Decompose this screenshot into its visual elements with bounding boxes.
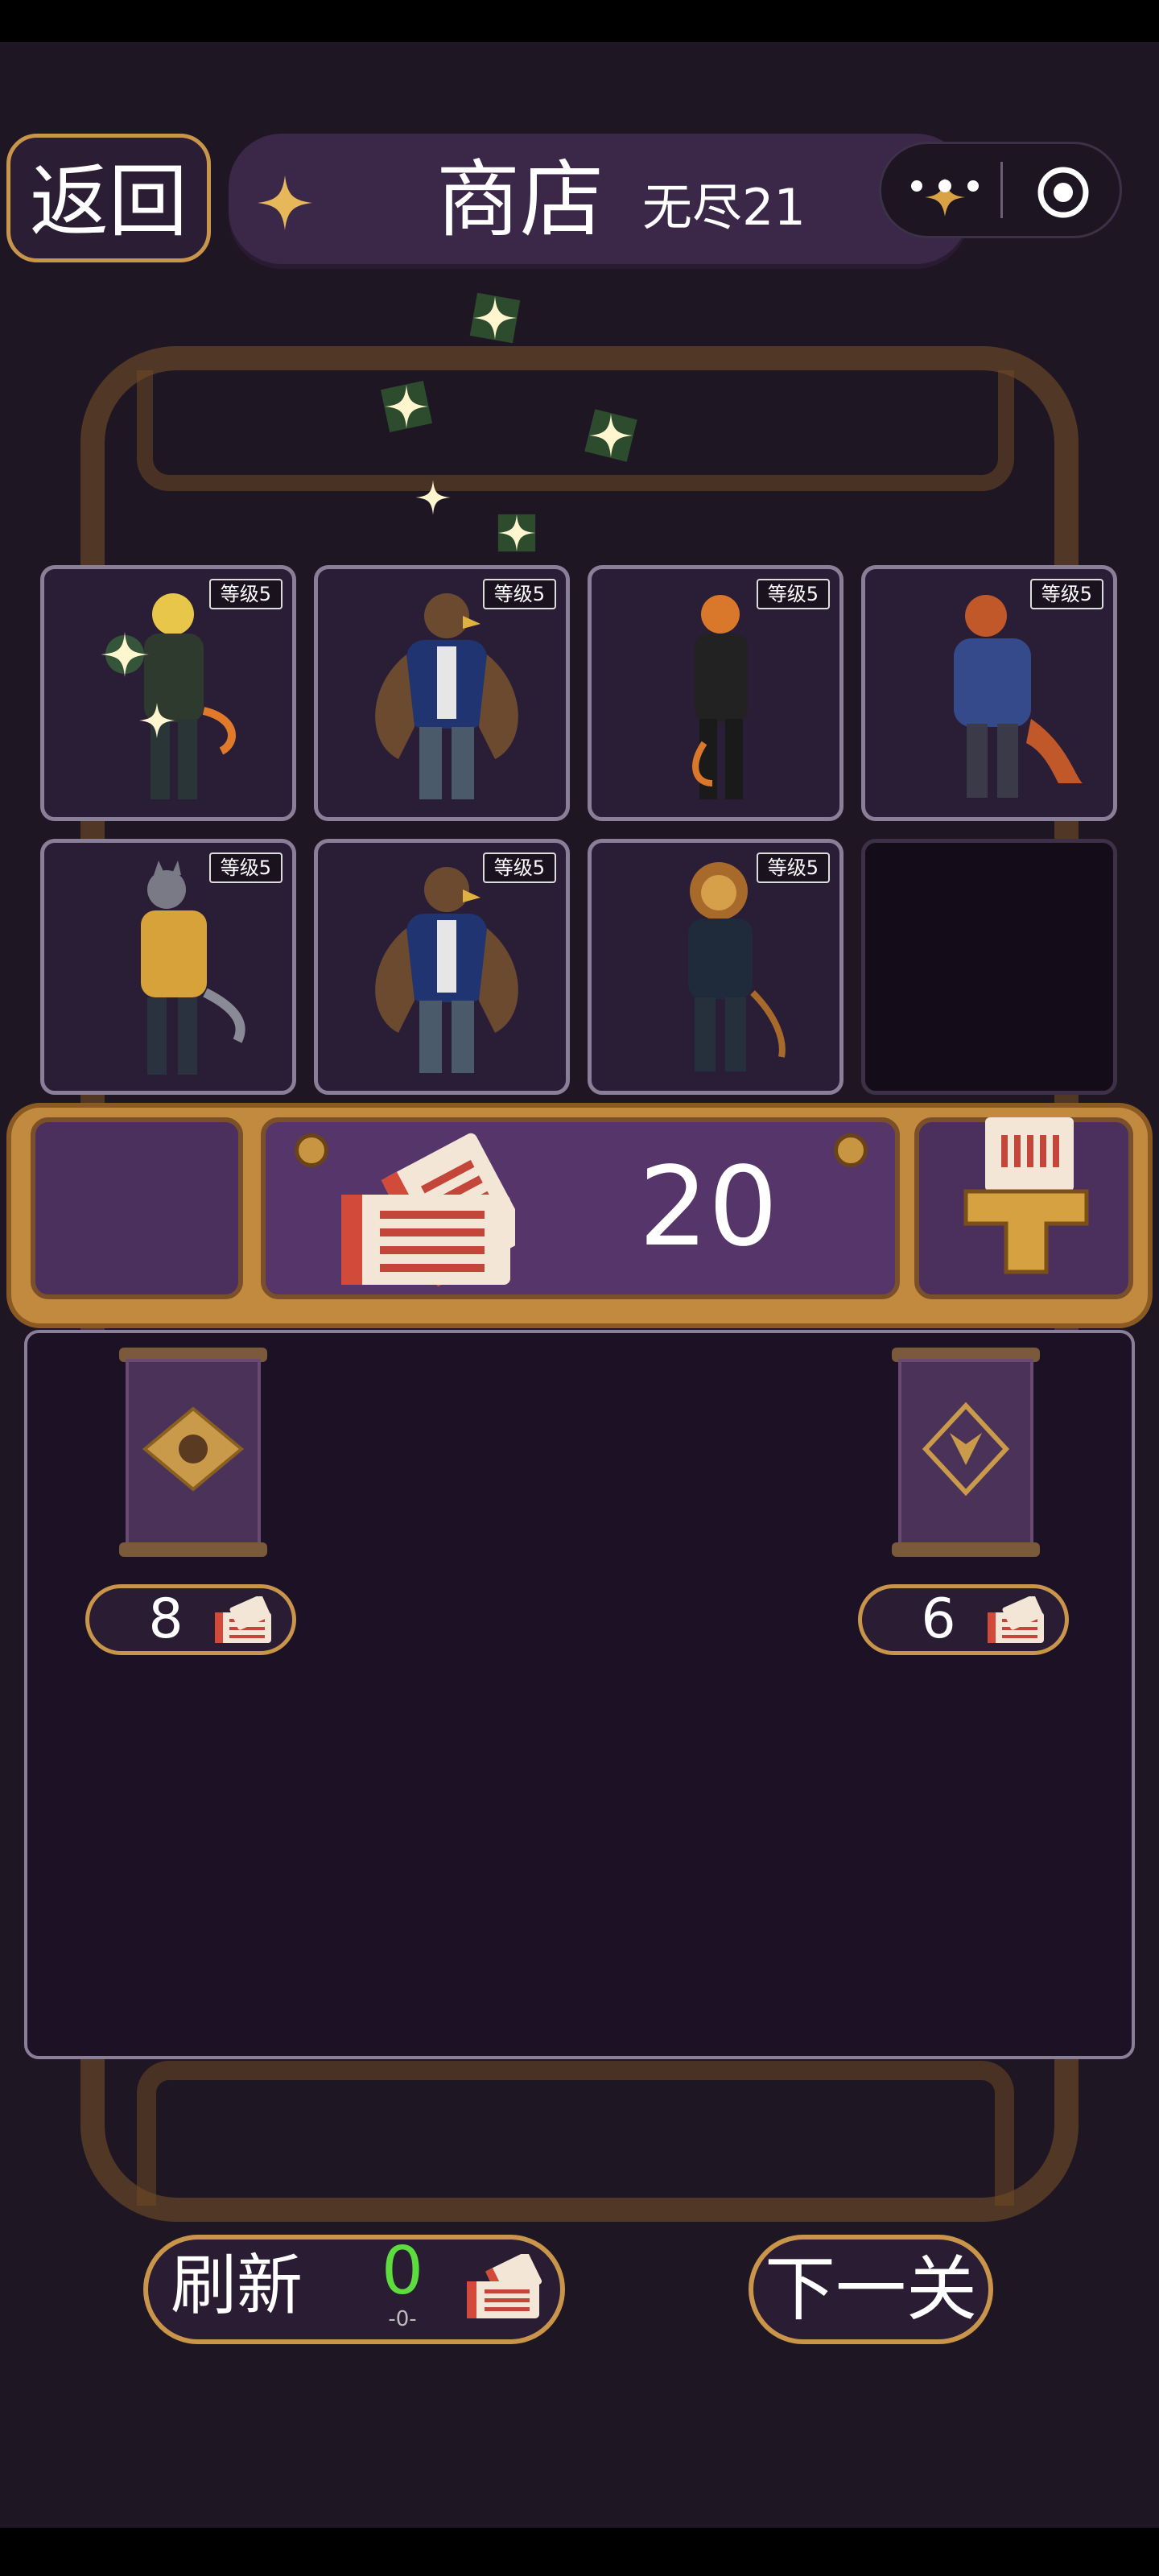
tiger-character-icon	[692, 595, 748, 799]
scroll-emblem-icon[interactable]	[113, 1344, 274, 1562]
character-card[interactable]: 等级5	[40, 839, 296, 1095]
character-card[interactable]: 等级5	[40, 565, 296, 821]
lion-character-icon	[688, 862, 786, 1071]
currency-left-slot	[31, 1117, 243, 1299]
empty-slot[interactable]	[861, 839, 1117, 1095]
price-tag[interactable]: 6	[858, 1584, 1069, 1655]
rivet	[295, 1133, 328, 1167]
eagle-character-icon	[375, 593, 518, 799]
ticket-icon	[467, 2254, 542, 2318]
wolf-character-icon	[141, 861, 245, 1075]
back-button[interactable]: 返回	[6, 134, 211, 262]
refresh-cost: 0	[381, 2233, 424, 2310]
page-title: 商店	[436, 151, 604, 249]
more-icon[interactable]	[901, 160, 989, 223]
ticket-icon	[341, 1133, 515, 1287]
sparkle-icon	[380, 380, 433, 433]
star-icon	[258, 175, 312, 230]
character-card[interactable]: 等级5	[314, 565, 570, 821]
refresh-label: 刷新	[171, 2248, 303, 2324]
price-value: 8	[148, 1587, 184, 1651]
ornate-frame-top	[137, 370, 1014, 491]
mode-label: 无尽21	[642, 178, 806, 237]
scroll-demon-icon[interactable]	[885, 1344, 1046, 1562]
cheetah-character-icon	[101, 593, 236, 799]
character-card[interactable]: 等级5	[861, 565, 1117, 821]
sparkle-icon	[584, 409, 637, 462]
sparkle-icon	[469, 292, 521, 344]
lizard-character-icon	[954, 595, 1083, 798]
sell-hammer-icon[interactable]	[958, 1111, 1095, 1280]
price-tag[interactable]: 8	[85, 1584, 296, 1655]
status-bar	[0, 0, 1159, 42]
capsule-divider	[1000, 162, 1003, 218]
close-target-icon[interactable]	[1031, 160, 1095, 225]
sparkle-icon	[497, 514, 536, 552]
ticket-icon	[988, 1596, 1044, 1643]
rivet	[834, 1133, 868, 1167]
ornate-frame-bottom	[137, 2061, 1014, 2206]
mini-program-capsule	[879, 142, 1122, 238]
next-level-button[interactable]: 下一关	[749, 2235, 993, 2344]
currency-amount: 20	[638, 1144, 778, 1271]
ticket-icon	[215, 1596, 271, 1643]
character-card[interactable]: 等级5	[588, 565, 843, 821]
refresh-cost-underline: -0-	[388, 2307, 417, 2331]
price-value: 6	[921, 1587, 956, 1651]
nav-bar	[0, 2528, 1159, 2576]
character-card[interactable]: 等级5	[314, 839, 570, 1095]
eagle-character-icon	[375, 867, 518, 1073]
sparkle-icon	[415, 480, 451, 515]
character-card[interactable]: 等级5	[588, 839, 843, 1095]
